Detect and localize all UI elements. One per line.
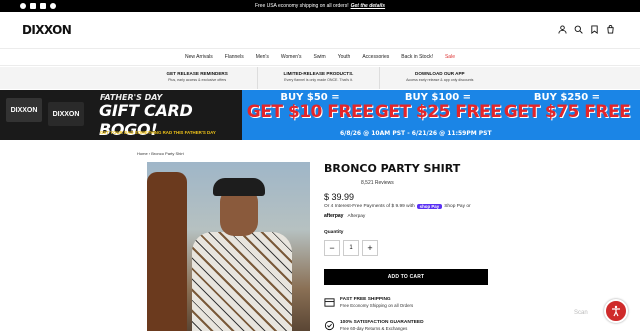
installments-suffix: Shop Pay or [444,204,471,209]
nav-item-mens[interactable]: Men's [250,54,275,60]
youtube-icon[interactable] [30,3,36,9]
nav-item-sale[interactable]: Sale [439,54,461,60]
search-icon[interactable] [574,25,583,34]
guarantee-icon [324,320,335,331]
nav-item-swim[interactable]: Swim [307,54,331,60]
perk-subtitle: Access early release & app only discount… [406,78,474,82]
instagram-icon[interactable] [40,3,46,9]
wishlist-icon[interactable] [590,25,599,34]
horse-figure [147,172,187,331]
installments-prefix: Or 4 Interest-Free Payments of $ 9.99 wi… [324,204,415,209]
afterpay-row: afterpay Afterpay [324,213,365,219]
site-header: DIXXON [0,12,640,48]
perk-release-reminders[interactable]: GET RELEASE REMINDERS Plus, early access… [137,67,259,89]
facebook-icon[interactable] [20,3,26,9]
shirt-figure [192,232,292,331]
add-to-cart-button[interactable]: ADD TO CART [324,269,488,285]
nav-item-accessories[interactable]: Accessories [356,54,395,60]
product-title: BRONCO PARTY SHIRT [324,162,461,175]
perk-title: LIMITED-RELEASE PRODUCTS. [283,71,354,76]
breadcrumb: Home › Bronco Party Shirt [137,151,184,156]
gift-card-image: DIXXON [48,102,84,126]
perk-title: GET RELEASE REMINDERS [166,71,228,76]
product-image[interactable] [147,162,310,331]
feature-shipping: FAST FREE SHIPPING Free Economy Shipping… [324,297,413,308]
perk-limited-release[interactable]: LIMITED-RELEASE PRODUCTS. Every flannel … [258,67,380,89]
header-icons [558,25,615,34]
nav-item-youth[interactable]: Youth [332,54,357,60]
brand-logo[interactable]: DIXXON [22,23,72,37]
quantity-input[interactable]: 1 [343,240,359,256]
shipping-icon [324,298,335,307]
offer-250: BUY $250 = GET $75 FREE [502,92,632,121]
reviews-link[interactable]: 8,521 Reviews [361,180,394,186]
nav-item-back-in-stock[interactable]: Back in Stock! [395,54,439,60]
afterpay-logo[interactable]: afterpay [324,213,343,219]
nav-item-flannels[interactable]: Flannels [219,54,250,60]
tiktok-icon[interactable] [50,3,56,9]
feature-subtitle: Free Economy Shipping on all Orders [340,303,414,308]
social-links [20,3,56,9]
product-price: $ 39.99 [324,192,355,202]
quantity-label: Quantity [324,230,344,235]
announcement-text: Free USA economy shipping on all orders! [254,3,349,9]
quantity-stepper: − 1 + [324,240,378,256]
installments-text: Or 4 Interest-Free Payments of $ 9.99 wi… [324,204,471,209]
announcement-link[interactable]: Get the details [351,3,385,9]
breadcrumb-current: Bronco Party Shirt [151,151,184,156]
scan-watermark: Scan [574,310,588,316]
breadcrumb-separator: › [148,151,151,156]
nav-item-new-arrivals[interactable]: New Arrivals [179,54,219,60]
perk-download-app[interactable]: DOWNLOAD OUR APP Access early release & … [380,67,500,89]
cart-icon[interactable] [606,25,615,34]
offer-get: GET $75 FREE [503,102,631,122]
feature-title: FAST FREE SHIPPING [340,297,391,302]
offer-100: BUY $100 = GET $25 FREE [373,92,503,121]
announcement-bar: Free USA economy shipping on all orders!… [0,0,640,12]
model-hat [213,178,265,196]
offer-get: GET $10 FREE [246,102,374,122]
offer-50: BUY $50 = GET $10 FREE [245,92,375,121]
shop-pay-logo[interactable]: shop Pay [416,204,443,209]
feature-title: 100% SATISFACTION GUARANTEED [340,320,424,325]
increase-quantity-button[interactable]: + [362,240,378,256]
breadcrumb-home[interactable]: Home [137,151,148,156]
promo-dates: 6/8/26 @ 10AM PST - 6/21/26 @ 11:59PM PS… [340,130,492,137]
perk-title: DOWNLOAD OUR APP [415,71,465,76]
fathers-day-panel: DIXXON DIXXON FATHER'S DAY GIFT CARD BOG… [0,90,242,140]
account-icon[interactable] [558,25,567,34]
offer-get: GET $25 FREE [374,102,502,122]
promo-subtitle: GET YOUR DAD SOMETHING RAD THIS FATHER'S… [100,130,216,135]
accessibility-icon [612,305,620,317]
promo-banner[interactable]: DIXXON DIXXON FATHER'S DAY GIFT CARD BOG… [0,90,640,140]
perk-subtitle: Plus, early access & exclusive offers [168,78,227,82]
nav-item-womens[interactable]: Women's [275,54,308,60]
feature-subtitle: Free 60-day Returns & Exchanges [340,326,408,331]
perk-subtitle: Every flannel is only made ONCE. That's … [284,78,353,82]
feature-guarantee: 100% SATISFACTION GUARANTEED Free 60-day… [324,320,424,331]
perks-list: GET RELEASE REMINDERS Plus, early access… [137,67,500,89]
accessibility-button[interactable] [604,299,628,323]
gift-card-image: DIXXON [6,98,42,122]
decrease-quantity-button[interactable]: − [324,240,340,256]
afterpay-label: Afterpay [347,213,366,219]
main-nav: New Arrivals Flannels Men's Women's Swim… [0,48,640,66]
